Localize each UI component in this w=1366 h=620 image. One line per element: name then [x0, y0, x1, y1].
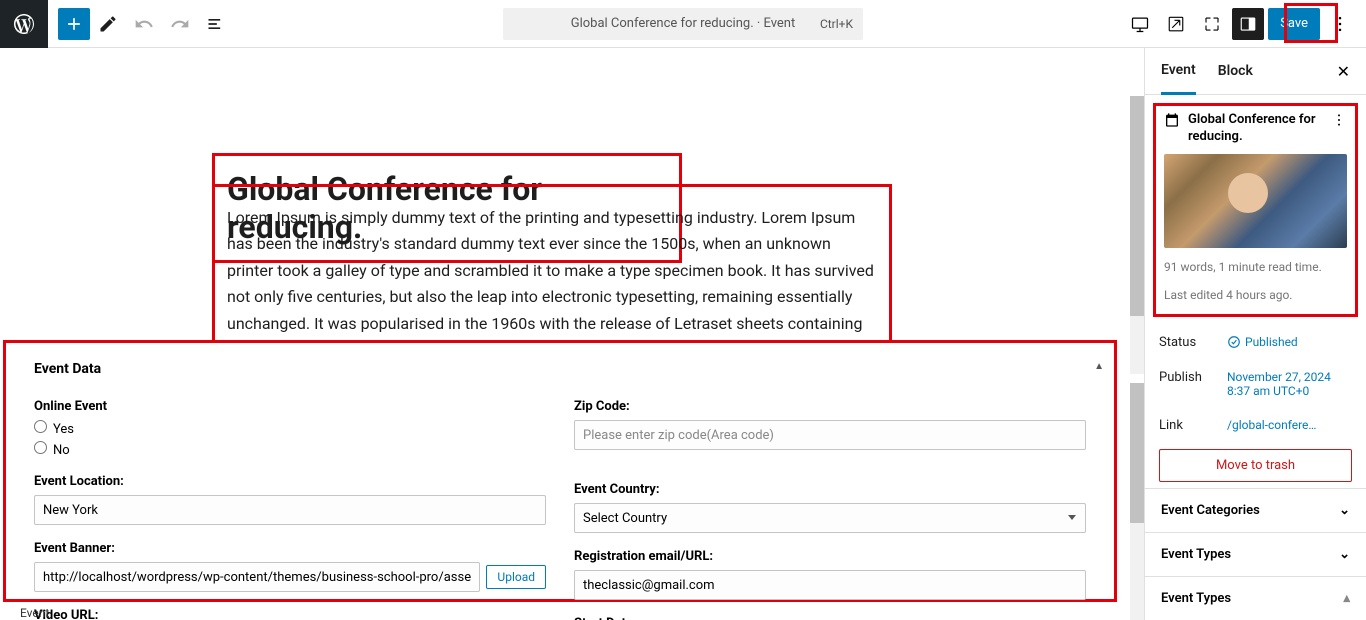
online-no-radio[interactable]: No — [34, 441, 546, 458]
event-country-select[interactable]: Select Country — [574, 503, 1086, 533]
calendar-icon — [1164, 112, 1180, 132]
tab-block[interactable]: Block — [1218, 49, 1253, 93]
event-banner-label: Event Banner: — [34, 541, 546, 556]
wordpress-logo[interactable] — [0, 0, 48, 48]
document-overview-button[interactable] — [200, 8, 232, 40]
card-options-icon[interactable] — [1331, 112, 1347, 132]
video-url-label: Video URL: — [34, 608, 546, 620]
tab-event[interactable]: Event — [1161, 48, 1196, 95]
view-link-icon[interactable] — [1160, 8, 1192, 40]
event-location-input[interactable] — [34, 495, 546, 525]
accordion-event-types-1[interactable]: Event Types⌄ — [1145, 532, 1366, 576]
fullscreen-icon[interactable] — [1196, 8, 1228, 40]
event-banner-input[interactable] — [34, 562, 480, 592]
chevron-down-icon: ⌄ — [1339, 547, 1350, 562]
zip-code-label: Zip Code: — [574, 399, 1086, 414]
accordion-event-types-2[interactable]: Event Types▴ — [1145, 576, 1366, 620]
settings-sidebar: Event Block ✕ Global Conference for redu… — [1144, 48, 1366, 620]
chevron-up-icon: ▴ — [1343, 591, 1350, 606]
event-country-label: Event Country: — [574, 482, 1086, 497]
settings-sidebar-toggle[interactable] — [1232, 8, 1264, 40]
command-shortcut: Ctrl+K — [820, 17, 853, 31]
publish-value[interactable]: November 27, 2024 8:37 am UTC+0 — [1227, 370, 1352, 398]
sidebar-post-title: Global Conference for reducing. — [1188, 112, 1323, 146]
footer-post-type: Event — [20, 606, 49, 620]
document-title-text: Global Conference for reducing. · Event — [571, 16, 796, 31]
document-title-bar[interactable]: Global Conference for reducing. · Event … — [503, 8, 863, 40]
upload-button[interactable]: Upload — [486, 565, 546, 589]
event-data-panel: Event Data ▲ Online Event Yes No Event L… — [3, 340, 1117, 602]
panel-collapse-icon[interactable]: ▲ — [1094, 361, 1104, 372]
zip-code-input[interactable] — [574, 420, 1086, 450]
last-edited-meta: Last edited 4 hours ago. — [1164, 286, 1347, 304]
edit-tool-button[interactable] — [92, 8, 124, 40]
block-inserter-button[interactable] — [58, 8, 90, 40]
registration-label: Registration email/URL: — [574, 549, 1086, 564]
status-value[interactable]: Published — [1227, 335, 1352, 349]
event-data-heading: Event Data — [34, 361, 1086, 377]
move-to-trash-button[interactable]: Move to trash — [1159, 449, 1352, 482]
online-event-label: Online Event — [34, 399, 546, 414]
save-button-label: Save — [1280, 16, 1308, 31]
registration-input[interactable] — [574, 570, 1086, 600]
close-sidebar-button[interactable]: ✕ — [1337, 62, 1350, 81]
undo-button[interactable] — [128, 8, 160, 40]
word-count-meta: 91 words, 1 minute read time. — [1164, 258, 1347, 276]
accordion-event-categories[interactable]: Event Categories⌄ — [1145, 488, 1366, 532]
link-label: Link — [1159, 418, 1227, 433]
publish-label: Publish — [1159, 370, 1227, 385]
online-yes-radio[interactable]: Yes — [34, 420, 546, 437]
event-location-label: Event Location: — [34, 474, 546, 489]
options-menu-button[interactable] — [1324, 8, 1356, 40]
view-desktop-icon[interactable] — [1124, 8, 1156, 40]
save-button[interactable]: Save — [1268, 8, 1320, 40]
link-value[interactable]: /global-confere… — [1227, 418, 1352, 432]
featured-image-thumb[interactable] — [1164, 154, 1347, 248]
chevron-down-icon: ⌄ — [1339, 503, 1350, 518]
redo-button[interactable] — [164, 8, 196, 40]
status-label: Status — [1159, 335, 1227, 350]
start-date-label: Start Date: — [574, 616, 1086, 620]
sidebar-summary-card: Global Conference for reducing. 91 words… — [1153, 103, 1358, 317]
